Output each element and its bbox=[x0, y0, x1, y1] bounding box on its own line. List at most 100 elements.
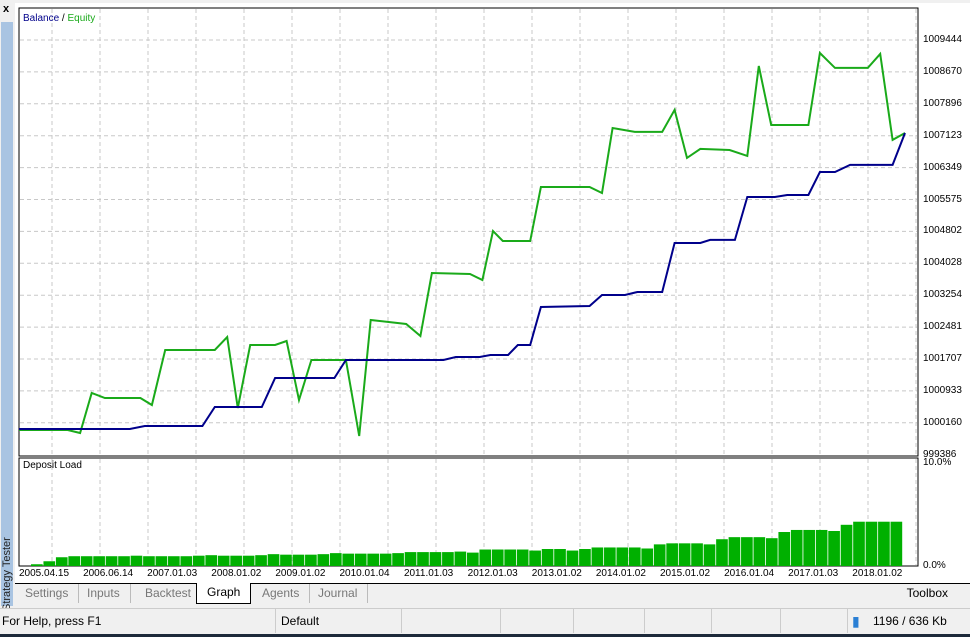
x-tick-label: 2015.01.02 bbox=[659, 568, 711, 579]
deposit-load-bar bbox=[890, 521, 903, 566]
deposit-load-bar bbox=[815, 529, 828, 566]
deposit-load-bar bbox=[653, 544, 666, 566]
y-tick-label: 1007123 bbox=[923, 129, 962, 141]
deposit-load-bar bbox=[143, 556, 155, 566]
deposit-load-bar bbox=[853, 521, 865, 566]
deposit-load-bar bbox=[616, 547, 629, 566]
deposit-load-bar bbox=[716, 539, 728, 566]
x-tick-label: 2007.01.03 bbox=[147, 568, 198, 579]
deposit-load-label: Deposit Load bbox=[23, 460, 82, 471]
deposit-load-bar bbox=[703, 544, 716, 566]
deposit-load-bar bbox=[31, 564, 43, 566]
deposit-load-bar bbox=[479, 549, 492, 566]
deposit-load-bar bbox=[80, 556, 93, 566]
x-tick-label: 2014.01.02 bbox=[595, 568, 646, 579]
tab-journal[interactable]: Journal bbox=[308, 584, 369, 603]
deposit-load-bar bbox=[217, 555, 230, 566]
deposit-load-bar bbox=[666, 543, 678, 566]
y-tick-label: 1001707 bbox=[923, 353, 962, 364]
status-help: For Help, press F1 bbox=[2, 609, 276, 633]
legend-balance: Balance bbox=[23, 13, 60, 24]
tab-bar: Settings Inputs Backtest Graph Agents Journal… bbox=[15, 583, 970, 605]
x-tick-label: 2006.06.14 bbox=[83, 568, 134, 579]
deposit-load-bar bbox=[491, 549, 504, 566]
deposit-load-bar bbox=[516, 549, 529, 566]
deposit-load-bar bbox=[280, 554, 292, 566]
status-memory: 1196 / 636 Kb bbox=[873, 614, 947, 628]
deposit-load-bar bbox=[342, 553, 355, 566]
tab-graph[interactable]: Graph bbox=[196, 583, 252, 604]
x-tick-label: 2010.01.04 bbox=[339, 568, 390, 579]
y-tick-label: 1000933 bbox=[923, 384, 962, 396]
deposit-load-bar bbox=[105, 556, 118, 566]
main-pane-frame bbox=[18, 7, 919, 457]
deposit-load-bar bbox=[728, 537, 741, 566]
deposit-load-bar bbox=[828, 530, 840, 566]
y-tick-label: 1005575 bbox=[923, 193, 962, 205]
deposit-load-bar bbox=[678, 543, 691, 566]
deposit-load-bar bbox=[429, 552, 442, 566]
deposit-load-bar bbox=[591, 547, 604, 566]
tab-agents[interactable]: Agents bbox=[252, 584, 311, 603]
tab-settings[interactable]: Settings bbox=[15, 584, 80, 603]
x-tick-label: 2009.01.02 bbox=[275, 568, 326, 579]
deposit-load-bar bbox=[454, 551, 467, 566]
deposit-load-bar bbox=[230, 555, 242, 566]
x-tick-label: 2018.01.02 bbox=[852, 568, 903, 579]
y-tick-label: 1006349 bbox=[923, 161, 962, 173]
y-tick-label: 1002481 bbox=[923, 321, 962, 333]
deposit-load-bar bbox=[392, 553, 404, 566]
deposit-load-bar bbox=[753, 537, 766, 566]
x-tick-label: 2011.01.03 bbox=[403, 568, 454, 579]
deposit-load-bar bbox=[317, 554, 330, 566]
deposit-load-bar bbox=[579, 549, 591, 566]
deposit-load-bar bbox=[541, 549, 554, 566]
deposit-load-bar bbox=[628, 547, 641, 566]
deposit-load-bar bbox=[329, 553, 342, 566]
deposit-load-bar bbox=[529, 550, 541, 566]
y-tick-label: 1000160 bbox=[923, 416, 962, 428]
x-tick-label: 2013.01.02 bbox=[531, 568, 582, 579]
grid bbox=[20, 9, 917, 565]
deposit-load-bar bbox=[504, 549, 517, 566]
balance-equity-chart bbox=[18, 7, 919, 567]
y-tick-label: 1004028 bbox=[923, 257, 962, 269]
deposit-load-bar bbox=[93, 556, 105, 566]
deposit-load-bar bbox=[130, 555, 143, 566]
x-tick-label: 2017.01.03 bbox=[788, 568, 839, 579]
deposit-load-bar bbox=[354, 553, 367, 566]
deposit-load-bar bbox=[566, 550, 579, 566]
deposit-load-bar bbox=[255, 555, 267, 566]
deposit-load-bar bbox=[641, 548, 654, 566]
deposit-load-bar bbox=[55, 557, 68, 566]
deposit-load-bar bbox=[442, 552, 454, 566]
deposit-load-bar bbox=[118, 556, 130, 566]
y-tick-label: 1007896 bbox=[923, 97, 962, 109]
status-bar: For Help, press F1 Default ▮ 1196 / 636 … bbox=[0, 608, 970, 635]
deposit-load-bar bbox=[691, 543, 703, 566]
deposit-load-bar bbox=[242, 555, 255, 566]
toolbox-label: Toolbox bbox=[906, 586, 948, 600]
deposit-y-tick-label: 10.0% bbox=[923, 457, 952, 468]
deposit-load-bar bbox=[155, 556, 168, 566]
deposit-load-bar bbox=[790, 529, 803, 566]
deposit-load-bar bbox=[168, 556, 180, 566]
deposit-load-bar bbox=[741, 537, 753, 566]
deposit-load-bar bbox=[840, 524, 853, 566]
deposit-load-bar bbox=[267, 554, 280, 566]
chart-legend: Balance / Equity bbox=[23, 13, 95, 24]
deposit-load-bars bbox=[31, 521, 903, 566]
status-profile: Default bbox=[281, 609, 402, 633]
legend-equity: Equity bbox=[67, 13, 96, 24]
deposit-load-bar bbox=[554, 549, 566, 566]
x-tick-label: 2008.01.02 bbox=[211, 568, 262, 579]
tab-inputs[interactable]: Inputs bbox=[77, 584, 131, 603]
deposit-load-bar bbox=[292, 554, 305, 566]
deposit-load-bar bbox=[865, 521, 878, 566]
y-tick-label: 1008670 bbox=[923, 65, 962, 77]
deposit-load-bar bbox=[778, 532, 791, 566]
deposit-load-bar bbox=[379, 553, 392, 566]
x-tick-label: 2016.01.04 bbox=[724, 568, 775, 579]
x-tick-label: 2012.01.03 bbox=[467, 568, 518, 579]
tab-backtest[interactable]: Backtest bbox=[135, 584, 203, 603]
